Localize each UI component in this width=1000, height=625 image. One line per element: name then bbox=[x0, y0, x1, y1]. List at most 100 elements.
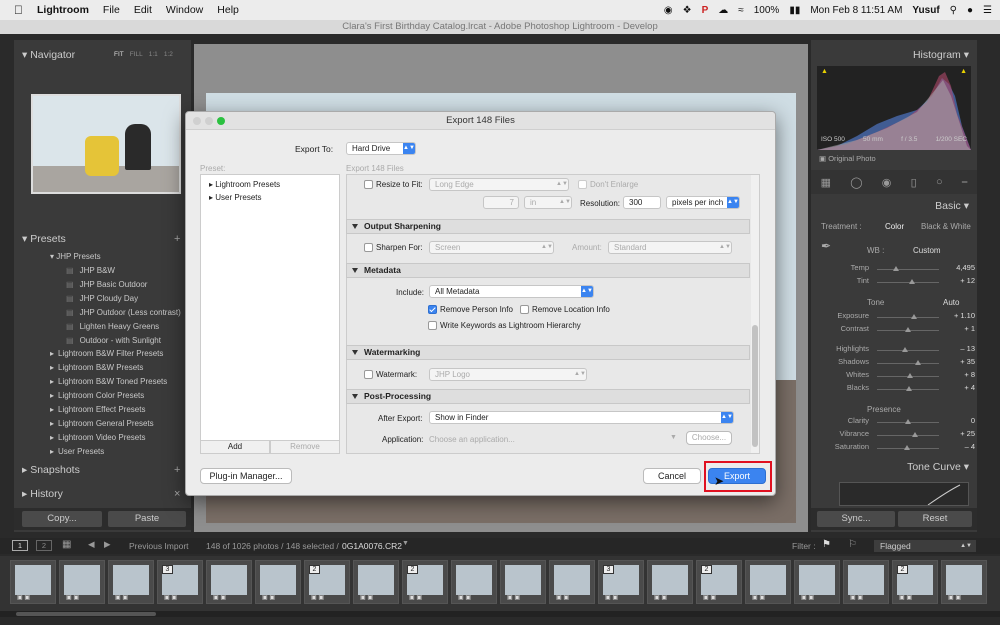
slider-knob[interactable] bbox=[903, 445, 910, 450]
clear-history-icon[interactable]: × bbox=[174, 488, 180, 500]
wb-value[interactable]: Custom bbox=[913, 246, 941, 255]
slider-value[interactable]: 0 bbox=[949, 416, 975, 425]
write-keywords-checkbox[interactable] bbox=[428, 321, 437, 330]
resize-mode-select[interactable]: Long Edge ▲▼ bbox=[429, 178, 569, 191]
remove-preset-button[interactable]: Remove bbox=[270, 440, 340, 454]
slider-knob[interactable] bbox=[892, 266, 899, 271]
filmstrip-thumbnail[interactable]: ▣ ▣ bbox=[941, 560, 987, 604]
filmstrip-scroll-thumb[interactable] bbox=[16, 612, 156, 616]
application-value[interactable]: Choose an application... bbox=[429, 435, 515, 444]
filmstrip-scrollbar[interactable] bbox=[0, 611, 1000, 617]
slider-value[interactable]: + 12 bbox=[949, 276, 975, 285]
slider-knob[interactable] bbox=[912, 432, 919, 437]
sharpen-for-checkbox[interactable] bbox=[364, 243, 373, 252]
filmstrip-thumbnail[interactable]: ▣ ▣ bbox=[843, 560, 889, 604]
white-balance-picker-icon[interactable]: ✒ bbox=[821, 239, 831, 253]
flag-pick-icon[interactable]: ⚑ bbox=[822, 539, 831, 550]
metadata-section[interactable]: Metadata bbox=[346, 263, 750, 278]
plugin-manager-button[interactable]: Plug-in Manager... bbox=[200, 468, 292, 484]
stack-count-badge[interactable]: 2 bbox=[309, 565, 320, 574]
filmstrip-thumbnail[interactable]: 3 ▣ ▣ bbox=[598, 560, 644, 604]
watermarking-section[interactable]: Watermarking bbox=[346, 345, 750, 360]
post-processing-section[interactable]: Post-Processing bbox=[346, 389, 750, 404]
secondary-view-button[interactable]: 2 bbox=[36, 540, 52, 551]
filmstrip-thumbnail[interactable]: 2 ▣ ▣ bbox=[892, 560, 938, 604]
preset-group-jhp[interactable]: ▾ JHP Presets bbox=[50, 252, 101, 261]
zoom-fill[interactable]: FILL bbox=[130, 51, 143, 58]
cloud-icon[interactable]: ☁ bbox=[718, 5, 728, 16]
dropbox-icon[interactable]: ❖ bbox=[683, 5, 692, 16]
graduated-filter-icon[interactable]: ▯ bbox=[911, 176, 917, 189]
slider-value[interactable]: + 25 bbox=[949, 429, 975, 438]
cancel-button[interactable]: Cancel bbox=[643, 468, 701, 484]
current-filename[interactable]: 0G1A0076.CR2 bbox=[342, 541, 402, 551]
navigator-preview[interactable] bbox=[31, 94, 181, 194]
filmstrip-thumbnail[interactable]: ▣ ▣ bbox=[794, 560, 840, 604]
slider-track[interactable] bbox=[877, 317, 939, 318]
slider-value[interactable]: + 1 bbox=[949, 324, 975, 333]
filmstrip-thumbnail[interactable]: ▣ ▣ bbox=[745, 560, 791, 604]
preset-item[interactable]: ▤ Outdoor - with Sunlight bbox=[66, 336, 161, 345]
export-to-select[interactable]: Hard Drive ▲▼ bbox=[346, 142, 416, 155]
filename-dropdown-icon[interactable]: ▼ bbox=[402, 540, 409, 547]
notification-icon[interactable]: ☰ bbox=[983, 5, 992, 16]
slider-saturation[interactable]: Saturation – 4 bbox=[825, 442, 975, 454]
record-icon[interactable]: ◉ bbox=[664, 5, 673, 16]
filmstrip-thumbnail[interactable]: 3 ▣ ▣ bbox=[157, 560, 203, 604]
slider-whites[interactable]: Whites + 8 bbox=[825, 370, 975, 382]
preset-group[interactable]: ▸ User Presets bbox=[50, 447, 104, 456]
slider-knob[interactable] bbox=[907, 373, 914, 378]
filmstrip-thumbnail[interactable]: ▣ ▣ bbox=[500, 560, 546, 604]
sync-button[interactable]: Sync... bbox=[817, 511, 895, 527]
output-sharpening-section[interactable]: Output Sharpening bbox=[346, 219, 750, 234]
slider-knob[interactable] bbox=[908, 279, 915, 284]
application-dropdown-icon[interactable]: ▼ bbox=[670, 434, 677, 441]
stack-count-badge[interactable]: 2 bbox=[701, 565, 712, 574]
slider-knob[interactable] bbox=[905, 327, 911, 332]
primary-view-button[interactable]: 1 bbox=[12, 540, 28, 551]
filmstrip-thumbnail[interactable]: ▣ ▣ bbox=[59, 560, 105, 604]
histogram-header[interactable]: Histogram ▾ bbox=[913, 46, 969, 64]
stack-count-badge[interactable]: 2 bbox=[897, 565, 908, 574]
preset-list[interactable]: ▸ Lightroom Presets ▸ User Presets bbox=[200, 174, 340, 454]
slider-track[interactable] bbox=[877, 363, 939, 364]
slider-track[interactable] bbox=[877, 269, 939, 270]
back-arrow-icon[interactable]: ◀ bbox=[88, 539, 95, 550]
filmstrip-thumbnail[interactable]: ▣ ▣ bbox=[549, 560, 595, 604]
preset-folder-lightroom[interactable]: ▸ Lightroom Presets bbox=[209, 180, 280, 189]
preset-group[interactable]: ▸ Lightroom B&W Presets bbox=[50, 363, 143, 372]
menu-edit[interactable]: Edit bbox=[134, 4, 152, 16]
preset-item[interactable]: ▤ JHP Basic Outdoor bbox=[66, 280, 147, 289]
filmstrip[interactable]: ▣ ▣ ▣ ▣ ▣ ▣ 3 ▣ ▣ ▣ ▣ ▣ ▣ 2 ▣ ▣ ▣ ▣ 2 ▣ ▣ ▣ ▣ ▣ ▣ ▣ ▣ 3… bbox=[0, 556, 1000, 611]
slider-temp[interactable]: Temp 4,495 bbox=[825, 263, 975, 275]
stack-count-badge[interactable]: 3 bbox=[162, 565, 173, 574]
slider-value[interactable]: – 13 bbox=[949, 344, 975, 353]
treatment-color[interactable]: Color bbox=[885, 222, 904, 231]
slider-value[interactable]: + 1.10 bbox=[949, 311, 975, 320]
treatment-bw[interactable]: Black & White bbox=[921, 222, 971, 231]
adjustment-brush-icon[interactable]: ⎯ bbox=[962, 176, 968, 189]
source-label[interactable]: Previous Import bbox=[129, 541, 189, 551]
include-select[interactable]: All Metadata ▲▼ bbox=[429, 285, 594, 298]
red-eye-icon[interactable]: ◉ bbox=[882, 176, 892, 189]
slider-shadows[interactable]: Shadows + 35 bbox=[825, 357, 975, 369]
preset-item[interactable]: ▤ JHP B&W bbox=[66, 266, 115, 275]
filmstrip-thumbnail[interactable]: ▣ ▣ bbox=[451, 560, 497, 604]
close-window-button[interactable] bbox=[193, 117, 201, 125]
slider-knob[interactable] bbox=[906, 386, 913, 391]
remove-person-info-checkbox[interactable] bbox=[428, 305, 437, 314]
slider-track[interactable] bbox=[877, 350, 939, 351]
slider-exposure[interactable]: Exposure + 1.10 bbox=[825, 311, 975, 323]
presets-header[interactable]: ▾ Presets bbox=[22, 230, 66, 248]
auto-tone-button[interactable]: Auto bbox=[943, 298, 959, 307]
slider-clarity[interactable]: Clarity 0 bbox=[825, 416, 975, 428]
menu-file[interactable]: File bbox=[103, 4, 120, 16]
resolution-unit-select[interactable]: pixels per inch ▲▼ bbox=[666, 196, 740, 209]
filmstrip-thumbnail[interactable]: 2 ▣ ▣ bbox=[402, 560, 448, 604]
filmstrip-thumbnail[interactable]: ▣ ▣ bbox=[108, 560, 154, 604]
maximize-window-button[interactable] bbox=[217, 117, 225, 125]
slider-value[interactable]: – 4 bbox=[949, 442, 975, 451]
filmstrip-thumbnail[interactable]: 2 ▣ ▣ bbox=[696, 560, 742, 604]
pdf-icon[interactable]: P bbox=[702, 5, 709, 16]
snapshots-header[interactable]: ▸ Snapshots bbox=[22, 461, 80, 479]
